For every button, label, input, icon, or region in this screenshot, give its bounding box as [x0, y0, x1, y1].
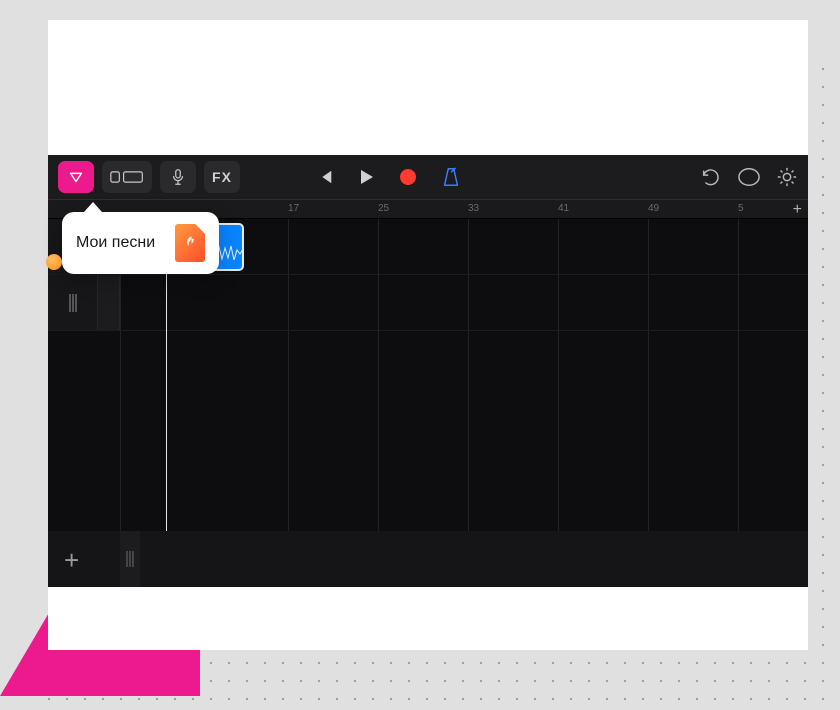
- toolbar: FX: [48, 155, 808, 199]
- triangle-down-icon: [67, 168, 85, 186]
- grip-icon: [124, 549, 136, 569]
- track-header[interactable]: [48, 275, 98, 330]
- add-track-bar: +: [48, 531, 808, 587]
- garageband-document-icon: [175, 224, 205, 262]
- track-icon-peek: [46, 254, 62, 270]
- ruler-tick: 41: [558, 203, 569, 214]
- mic-button[interactable]: [160, 161, 196, 193]
- record-icon[interactable]: [398, 167, 418, 187]
- track-row[interactable]: [48, 275, 808, 331]
- play-icon[interactable]: [356, 167, 376, 187]
- ruler-tick: 33: [468, 203, 479, 214]
- skip-back-icon[interactable]: [316, 168, 334, 186]
- microphone-icon: [169, 168, 187, 186]
- metronome-icon[interactable]: [440, 166, 462, 188]
- tracks-area: Get In Th…-Ding) 2 +: [48, 219, 808, 587]
- add-track-button[interactable]: +: [64, 545, 79, 576]
- ruler-tick: 17: [288, 203, 299, 214]
- my-songs-button[interactable]: [58, 161, 94, 193]
- fx-button[interactable]: FX: [204, 161, 240, 193]
- loop-browser-icon[interactable]: [736, 166, 762, 188]
- ruler-tick: 25: [378, 203, 389, 214]
- grip-icon: [66, 292, 80, 314]
- gear-icon[interactable]: [776, 166, 798, 188]
- add-section-button[interactable]: +: [793, 201, 802, 219]
- view-toggle-button[interactable]: [102, 161, 152, 193]
- track-view-icon: [110, 168, 144, 186]
- ruler-tick: 5: [738, 203, 744, 214]
- popover-label: Мои песни: [76, 234, 155, 252]
- ruler-tick: 49: [648, 203, 659, 214]
- my-songs-popover[interactable]: Мои песни: [62, 212, 219, 274]
- track-grip-column: [120, 531, 140, 587]
- undo-icon[interactable]: [700, 166, 722, 188]
